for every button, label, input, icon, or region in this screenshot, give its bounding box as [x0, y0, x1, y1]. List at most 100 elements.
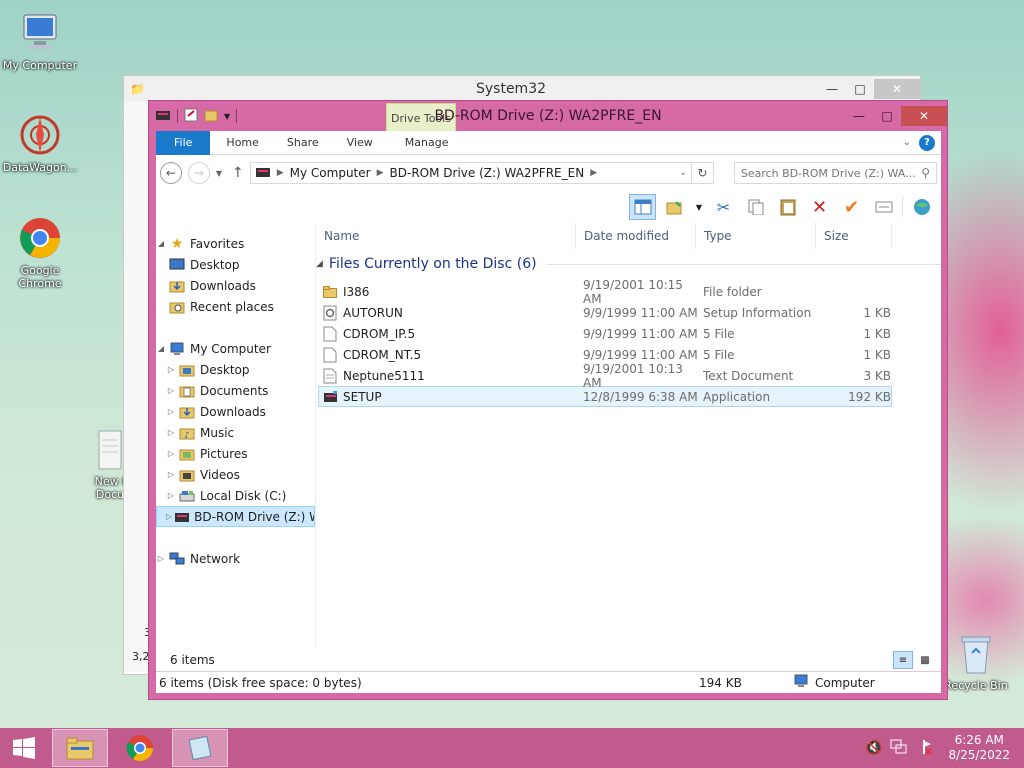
- search-input[interactable]: [740, 166, 922, 180]
- clock[interactable]: 6:26 AM 8/25/2022: [948, 733, 1010, 763]
- nav-item-pictures[interactable]: ▷ Pictures: [156, 443, 315, 464]
- file-size: 3 KB: [863, 368, 891, 383]
- maximize-button[interactable]: □: [873, 106, 901, 126]
- system-tray: 🔇 6:26 AM 8/25/2022: [865, 733, 1024, 763]
- folder-options-icon[interactable]: [661, 194, 688, 220]
- file-name-cell: SETUP: [319, 389, 583, 405]
- address-bar[interactable]: ▶ My Computer ▶ BD-ROM Drive (Z:) WA2PFR…: [249, 162, 692, 184]
- nav-favorites[interactable]: ◢ ★ Favorites: [156, 233, 315, 254]
- column-type[interactable]: Type: [696, 223, 816, 249]
- nav-item-videos[interactable]: ▷ Videos: [156, 464, 315, 485]
- file-list: Name Date modified Type Size ◢ Files Cur…: [316, 223, 941, 671]
- preview-pane-button[interactable]: [629, 194, 656, 220]
- file-name-cell: CDROM_IP.5: [319, 326, 583, 342]
- desktop-icon-chrome[interactable]: Google Chrome: [0, 215, 80, 290]
- breadcrumb-my-computer[interactable]: My Computer: [290, 166, 371, 180]
- chrome-icon: [126, 735, 154, 762]
- minimize-button[interactable]: —: [818, 79, 846, 99]
- tab-manage[interactable]: Manage: [387, 131, 463, 155]
- tab-file[interactable]: File: [156, 130, 211, 155]
- computer-icon: [168, 341, 186, 357]
- close-button[interactable]: ✕: [874, 79, 920, 99]
- file-name: AUTORUN: [343, 305, 403, 320]
- nav-item-music[interactable]: ▷ ♪ Music: [156, 422, 315, 443]
- datawagon-icon: [17, 112, 63, 158]
- explorer-window[interactable]: Drive Tools ▼ BD-ROM Drive (Z:) WA2PFRE_…: [148, 100, 948, 700]
- collapse-icon[interactable]: ◢: [316, 259, 323, 269]
- taskbar-file-explorer[interactable]: [52, 729, 108, 767]
- file-row[interactable]: CDROM_IP.5 9/9/1999 11:00 AM 5 File 1 KB: [318, 323, 892, 344]
- close-button[interactable]: ✕: [901, 106, 947, 126]
- properties-icon[interactable]: [870, 194, 897, 220]
- refresh-button[interactable]: ↻: [691, 162, 714, 184]
- tab-share[interactable]: Share: [273, 131, 333, 155]
- nav-item-bd-rom-drive[interactable]: ▷ BD-ROM Drive (Z:) W: [156, 506, 315, 527]
- forward-button[interactable]: →: [187, 162, 210, 184]
- system32-titlebar[interactable]: 📁 System32 — □ ✕: [124, 76, 920, 102]
- nav-item-local-disk[interactable]: ▷ Local Disk (C:): [156, 485, 315, 506]
- taskbar-app[interactable]: [172, 729, 228, 767]
- new-folder-icon[interactable]: [204, 108, 218, 125]
- window-titlebar[interactable]: ▼ BD-ROM Drive (Z:) WA2PFRE_EN — □ ✕: [149, 101, 947, 131]
- nav-my-computer[interactable]: ◢ My Computer: [156, 338, 315, 359]
- nav-item-documents[interactable]: ▷ Documents: [156, 380, 315, 401]
- address-dropdown-icon[interactable]: ⌄: [679, 168, 687, 178]
- help-icon[interactable]: ?: [919, 134, 935, 151]
- partial-status: 3,2: [132, 650, 150, 663]
- file-row[interactable]: AUTORUN 9/9/1999 11:00 AM Setup Informatio…: [318, 302, 892, 323]
- back-button[interactable]: ←: [160, 162, 182, 184]
- tab-view[interactable]: View: [333, 131, 387, 155]
- column-headers: Name Date modified Type Size: [316, 223, 941, 249]
- properties-icon[interactable]: [184, 108, 198, 125]
- expand-ribbon-icon[interactable]: ⌄: [903, 137, 911, 148]
- desktop-icon-datawagon[interactable]: DataWagon...: [0, 112, 80, 174]
- nav-item-downloads[interactable]: Downloads: [156, 275, 315, 296]
- chevron-down-icon[interactable]: ▼: [693, 194, 705, 220]
- paste-icon[interactable]: [774, 194, 801, 220]
- column-size[interactable]: Size: [816, 223, 892, 249]
- volume-muted-icon[interactable]: 🔇: [865, 740, 882, 756]
- details-view-icon[interactable]: ≡: [893, 651, 913, 669]
- nav-item-desktop[interactable]: Desktop: [156, 254, 315, 275]
- nav-item-desktop[interactable]: ▷ Desktop: [156, 359, 315, 380]
- file-row[interactable]: SETUP 12/8/1999 6:38 AM Application 192 KB: [318, 386, 892, 407]
- delete-icon[interactable]: ✕: [806, 194, 833, 220]
- hard-disk-icon: [178, 488, 196, 504]
- chevron-down-icon[interactable]: ▼: [224, 112, 230, 121]
- start-button[interactable]: [0, 729, 48, 767]
- minimize-button[interactable]: —: [845, 106, 873, 126]
- globe-icon[interactable]: [908, 194, 935, 220]
- large-icons-view-icon[interactable]: ▩: [915, 651, 935, 669]
- nav-network[interactable]: ▷ Network: [156, 548, 315, 569]
- checkmark-icon[interactable]: ✔: [838, 194, 865, 220]
- file-name: I386: [343, 284, 370, 299]
- cut-icon[interactable]: ✂: [710, 194, 737, 220]
- nav-item-recent-places[interactable]: Recent places: [156, 296, 315, 317]
- desktop-icon-recycle-bin[interactable]: Recycle Bin: [936, 630, 1016, 692]
- group-header[interactable]: ◢ Files Currently on the Disc (6): [316, 249, 941, 279]
- desktop-icon-my-computer[interactable]: My Computer: [0, 10, 80, 72]
- maximize-button[interactable]: □: [846, 79, 874, 99]
- folder-icon: 📁: [130, 82, 145, 96]
- file-type: 5 File: [703, 347, 735, 362]
- file-date: 9/9/1999 11:00 AM: [583, 305, 698, 320]
- search-icon[interactable]: ⚲: [921, 166, 930, 180]
- column-date-modified[interactable]: Date modified: [576, 223, 696, 249]
- breadcrumb-drive[interactable]: BD-ROM Drive (Z:) WA2PFRE_EN: [390, 166, 585, 180]
- document-icon: [95, 428, 125, 472]
- up-button[interactable]: ↑: [232, 165, 244, 181]
- action-center-icon[interactable]: [916, 739, 933, 758]
- recent-locations-icon[interactable]: ▼: [216, 169, 222, 178]
- copy-icon[interactable]: [742, 194, 769, 220]
- file-row[interactable]: I386 9/19/2001 10:15 AM File folder: [318, 278, 892, 306]
- tab-home[interactable]: Home: [210, 131, 272, 155]
- nav-item-downloads[interactable]: ▷ Downloads: [156, 401, 315, 422]
- file-row[interactable]: Neptune5111 9/19/2001 10:13 AM Text Docume…: [318, 362, 892, 390]
- search-box[interactable]: ⚲: [733, 162, 938, 184]
- file-name-cell: AUTORUN: [319, 305, 583, 321]
- file-name: Neptune5111: [343, 368, 425, 383]
- network-icon[interactable]: [890, 739, 908, 758]
- column-name[interactable]: Name: [316, 223, 576, 249]
- taskbar-chrome[interactable]: [112, 729, 168, 767]
- downloads-icon: [178, 404, 196, 420]
